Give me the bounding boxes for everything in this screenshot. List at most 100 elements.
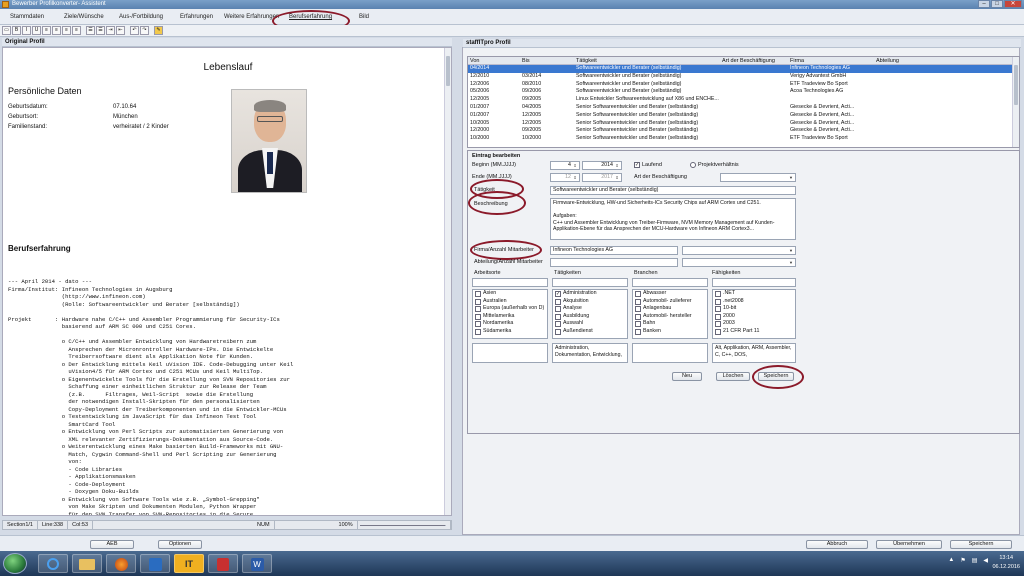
underline-icon[interactable]: U [32,26,41,35]
zoom-slider[interactable] [358,521,451,529]
list-checkbox[interactable] [715,306,721,313]
bold-icon[interactable]: B [12,26,21,35]
list-checkbox[interactable] [475,291,481,297]
col-header[interactable]: Tätigkeit [576,57,722,64]
tab-stammdaten[interactable]: Stammdaten [10,12,44,23]
list-item[interactable]: ✓ Administration [553,290,627,298]
highlight-icon[interactable]: ✎ [154,26,163,35]
list-item[interactable]: Auswahl [553,320,627,328]
laufend-checkbox[interactable]: ✓ [634,162,640,168]
list-checkbox[interactable] [475,321,481,328]
firma-input[interactable]: Infineon Technologies AG [550,246,678,255]
abteilung-input[interactable] [550,258,678,267]
list-checkbox[interactable] [715,291,721,297]
maximize-button[interactable]: □ [991,0,1003,8]
taskbar-clock[interactable]: 13:14 06.12.2016 [992,554,1020,572]
list-checkbox[interactable] [555,321,561,328]
taskbar-explorer-icon[interactable] [72,554,102,573]
tab-ziele[interactable]: Ziele/Wünsche [64,12,104,23]
list-checkbox[interactable] [635,321,641,328]
list-checkbox[interactable] [555,298,561,305]
list-item[interactable]: 2000 [713,313,795,321]
start-button[interactable] [3,553,27,574]
uebernehmen-button[interactable]: Übernehmen [876,540,942,549]
align-left-icon[interactable]: ≡ [42,26,51,35]
speichern-entry-button[interactable]: Speichern [758,372,794,381]
list-item[interactable]: Analyse [553,305,627,313]
arbeitsorte-selection[interactable] [472,343,548,363]
list-item[interactable]: Automobil- zulieferer [633,298,707,306]
loeschen-button[interactable]: Löschen [716,372,750,381]
list-checkbox[interactable] [635,291,641,297]
close-button[interactable]: ✕ [1004,0,1022,8]
table-scrollbar[interactable] [1012,57,1019,147]
branchen-filter[interactable] [632,278,708,287]
table-row[interactable]: 12/2006 08/2010 Softwareentwickler und Ber… [468,81,1019,89]
col-header[interactable]: Art der Beschäftigung [722,57,790,64]
tab-ausbildung[interactable]: Aus-/Fortbildung [119,12,163,23]
col-header[interactable]: Firma [790,57,876,64]
speichern-button[interactable]: Speichern [950,540,1012,549]
faehigkeiten-selection[interactable]: Alt, Applikation, ARM, Assembler, C, C++… [712,343,796,363]
tab-weitere-erfahrungen[interactable]: Weitere Erfahrungen [224,12,279,23]
beschreibung-textarea[interactable]: Firmware-Entwicklung, HW-und Sicherheits… [550,198,796,240]
list-checkbox[interactable] [555,313,561,320]
number-list-icon[interactable]: ☰ [96,26,105,35]
tab-bild[interactable]: Bild [359,12,369,23]
firma-count-select[interactable]: ▼ [682,246,796,255]
list-item[interactable]: Ausbildung [553,313,627,321]
list-item[interactable]: Mittelamerika [473,313,547,321]
list-checkbox[interactable] [635,328,641,335]
list-checkbox[interactable] [715,313,721,320]
list-item[interactable]: 21 CFR Part 11 [713,328,795,336]
list-item[interactable]: Südamerika [473,328,547,336]
taskbar-it-app-icon[interactable]: IT [174,554,204,573]
col-header[interactable]: Abteilung [876,57,1016,64]
list-item[interactable]: Banken [633,328,707,336]
list-item[interactable]: Europa (außerhalb von D) [473,305,547,313]
indent-icon[interactable]: ⇥ [106,26,115,35]
faehigkeiten-filter[interactable] [712,278,796,287]
table-row[interactable]: 12/2000 09/2005 Senior Softwareentwickler … [468,127,1019,135]
tray-expand-icon[interactable]: ▲ [948,557,954,564]
list-item[interactable]: Anlagenbau [633,305,707,313]
taskbar-acrobat-icon[interactable] [208,554,238,573]
list-item[interactable]: Bahn [633,320,707,328]
taskbar-outlook-icon[interactable] [140,554,170,573]
table-row[interactable]: 12/2005 09/2005 Linux Entwickler Softwaree… [468,96,1019,104]
ende-month-stepper[interactable]: 12 ⇕ [550,173,580,182]
col-header[interactable]: Von [468,57,522,64]
list-checkbox[interactable] [475,313,481,320]
list-item[interactable]: Nordamerika [473,320,547,328]
list-checkbox[interactable] [475,306,481,313]
list-item[interactable]: 2003 [713,320,795,328]
taskbar-firefox-icon[interactable] [106,554,136,573]
table-row[interactable]: 01/2007 12/2005 Senior Softwareentwickler … [468,112,1019,120]
list-checkbox[interactable] [475,328,481,335]
table-row[interactable]: 12/2010 03/2014 Softwareentwickler und Ber… [468,73,1019,81]
outdent-icon[interactable]: ⇤ [116,26,125,35]
list-item[interactable]: Außendienst [553,328,627,336]
branchen-selection[interactable] [632,343,708,363]
abteilung-count-select[interactable]: ▼ [682,258,796,267]
table-row[interactable]: 04/2014 Softwareentwickler und Berater (s… [468,65,1019,73]
aeb-button[interactable]: AEB [90,540,134,549]
tray-network-icon[interactable]: ▤ [972,557,978,564]
arbeitsorte-filter[interactable] [472,278,548,287]
taetigkeiten-selection[interactable]: Administration, Dokumentation, Entwicklu… [552,343,628,363]
list-item[interactable]: Automobil- hersteller [633,313,707,321]
justify-icon[interactable]: ≡ [72,26,81,35]
undo-icon[interactable]: ↶ [130,26,139,35]
italic-icon[interactable]: I [22,26,31,35]
taskbar-word-icon[interactable]: W [242,554,272,573]
list-item[interactable]: .NET [713,290,795,298]
minimize-button[interactable]: – [978,0,990,8]
doc-scrollbar[interactable] [444,48,451,515]
table-row[interactable]: 01/2007 04/2005 Senior Softwareentwickler … [468,104,1019,112]
original-profile-document[interactable]: Lebenslauf Persönliche Daten Geburtsdatu… [2,47,452,516]
tray-volume-icon[interactable]: ◀ [983,557,988,564]
ende-year-stepper[interactable]: 2017 ⇕ [582,173,622,182]
list-item[interactable]: Abwasser [633,290,707,298]
list-checkbox[interactable] [555,306,561,313]
projekt-radio[interactable] [690,162,696,168]
